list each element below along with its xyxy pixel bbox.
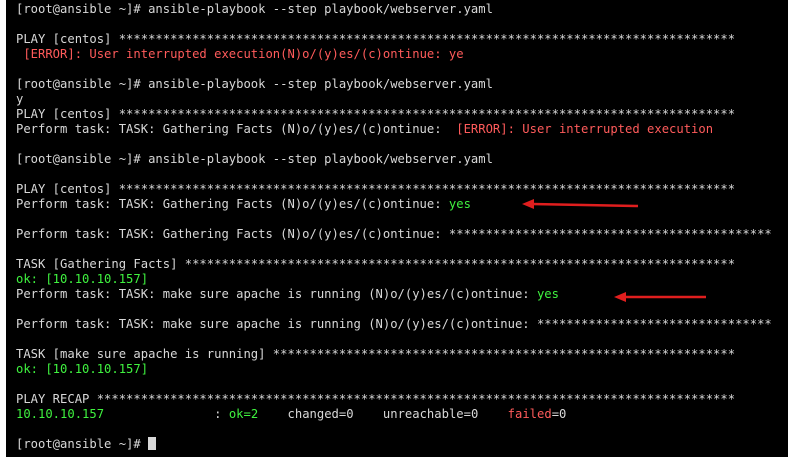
terminal-line: Perform task: TASK: Gathering Facts (N)o… [16, 122, 788, 137]
terminal-line: TASK [Gathering Facts] *****************… [16, 257, 736, 271]
terminal-line: ok: [10.10.10.157] [16, 272, 149, 286]
shell-prompt: [root@ansible ~]# [16, 437, 149, 451]
prompt-text: Perform task: TASK: make sure apache is … [16, 287, 537, 301]
terminal-line: PLAY RECAP *****************************… [16, 392, 736, 406]
terminal-line: PLAY [centos] **************************… [16, 182, 736, 196]
answer-yes: yes [448, 197, 471, 211]
terminal-cursor [148, 437, 157, 450]
terminal-line: TASK [make sure apache is running] *****… [16, 347, 736, 361]
prompt-text: Perform task: TASK: Gathering Facts (N)o… [16, 197, 449, 211]
red-arrow-icon [614, 292, 706, 302]
recap-line: 10.10.10.157 : ok=2 changed=0 unreachabl… [16, 407, 788, 422]
terminal-line[interactable]: [root@ansible ~]# [16, 437, 788, 452]
answer-yes: yes [536, 287, 559, 301]
recap-host: 10.10.10.157 [16, 407, 105, 421]
terminal-line: [root@ansible ~]# ansible-playbook --ste… [16, 2, 493, 16]
terminal-line: [ERROR]: User interrupted execution(N)o/… [16, 47, 788, 62]
terminal-window[interactable]: [root@ansible ~]# ansible-playbook --ste… [0, 0, 788, 457]
terminal-line: Perform task: TASK: make sure apache is … [16, 317, 772, 331]
prompt-text: (N)o/(y)es/(c)ontinue: ye [280, 47, 464, 61]
recap-ok: ok=2 [228, 407, 259, 421]
recap-counts: changed=0 unreachable=0 [258, 407, 508, 421]
terminal-line: ok: [10.10.10.157] [16, 362, 149, 376]
prompt-text: Perform task: TASK: Gathering Facts (N)o… [16, 122, 457, 136]
terminal-line: Perform task: TASK: Gathering Facts (N)o… [16, 227, 772, 241]
terminal-line: PLAY [centos] **************************… [16, 107, 736, 121]
terminal-line: y [16, 92, 24, 106]
terminal-line: [root@ansible ~]# ansible-playbook --ste… [16, 152, 493, 166]
recap-separator: : [104, 407, 229, 421]
error-text: [ERROR]: User interrupted execution [456, 122, 714, 136]
red-arrow-icon [522, 199, 639, 209]
error-text: [ERROR]: User interrupted execution [16, 47, 281, 61]
recap-failed-label: failed [507, 407, 552, 421]
terminal-line: Perform task: TASK: Gathering Facts (N)o… [16, 197, 788, 212]
terminal-line: PLAY [centos] **************************… [16, 32, 736, 46]
recap-failed-value: =0 [551, 407, 567, 421]
terminal-line: [root@ansible ~]# ansible-playbook --ste… [16, 77, 493, 91]
